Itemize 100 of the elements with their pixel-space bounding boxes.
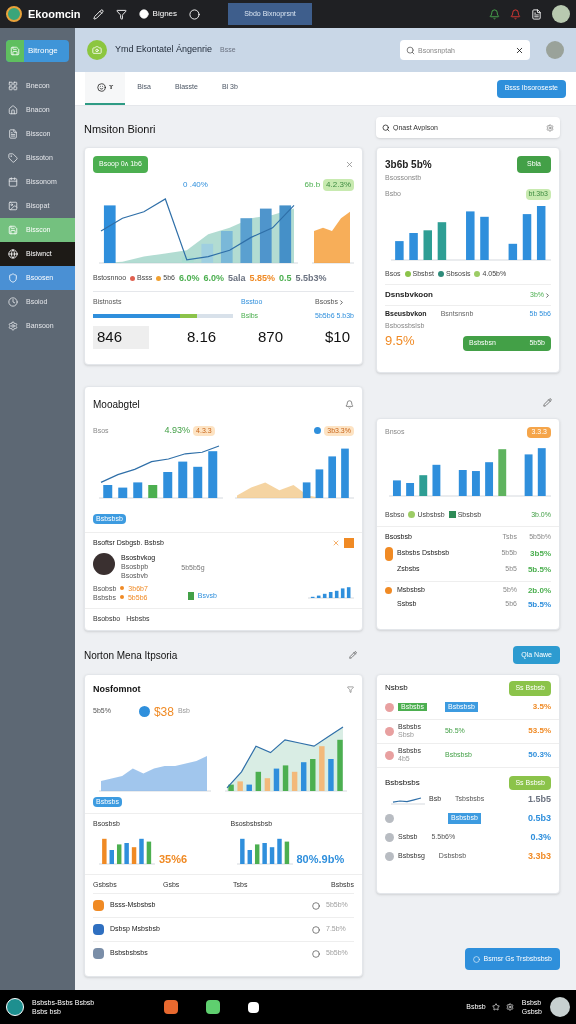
legend-square [187,591,194,600]
trend-line [392,796,422,803]
bar [310,758,316,791]
avatar[interactable] [550,997,570,1017]
tag-icon [8,153,18,163]
home-icon [8,105,18,115]
bar [282,764,289,791]
bar [522,213,532,260]
settings-icon [8,321,18,331]
stat-value: 8.16 [185,327,218,347]
bar [247,849,252,864]
bar [237,780,243,791]
bar [315,468,324,498]
bell-icon[interactable] [345,400,354,409]
bar [139,838,144,864]
bar [466,210,475,260]
status-icon [312,901,320,910]
axis-line [311,262,354,263]
document-icon [8,129,18,139]
headline-value: $38 [153,703,174,721]
axis-line [390,803,425,804]
bar [264,777,271,791]
circle-icon [472,955,480,963]
stat-value: $10 [323,327,351,347]
row-icon [385,833,394,842]
bar [116,843,122,864]
bar [228,784,234,791]
link[interactable]: Bignes [152,8,178,20]
app-icon[interactable] [206,1000,221,1014]
search-icon [406,46,415,55]
legend-value: 6.0% [203,271,224,285]
bar [109,849,114,864]
bar [319,745,325,791]
bar [279,204,292,263]
bar [508,243,518,260]
row-value: 3.3b3 [528,849,551,863]
page-title: Ymd Ekontatel Ángenrie [115,43,213,57]
bar [246,784,252,791]
search-icon [382,124,390,132]
bar [118,487,128,498]
avatar[interactable] [552,5,570,23]
bar [103,484,113,498]
logo-icon [6,6,22,22]
annotation: 0 .40% [183,178,208,191]
bar [537,447,546,496]
area-fill [314,211,350,263]
smile-icon [97,83,106,92]
alert-icon[interactable] [510,8,521,20]
section-heading: Nmsiton Bionri [84,122,157,138]
globe-icon [8,249,18,259]
legend-value: 5ala [228,271,246,285]
circle-icon[interactable] [189,8,201,20]
card-title: Bsbsbsbs [385,776,420,789]
row-value: 0.5b3 [528,811,551,825]
bar [178,461,188,498]
row-icon [385,750,394,760]
bar [406,482,415,496]
legend-value: 5.85% [249,271,276,285]
calendar-icon [8,177,18,187]
notification-icon[interactable] [489,8,500,20]
chevron-icon[interactable] [338,298,346,306]
chart-value: 80%.9b% [296,852,345,867]
bar [261,842,267,864]
app-icon[interactable] [164,1000,179,1014]
bar [409,232,418,260]
bar [395,240,404,260]
chevron-icon[interactable] [544,291,551,299]
bar [269,846,274,864]
camera-icon [92,45,102,55]
document-icon[interactable] [531,8,542,20]
grid-icon [8,81,18,91]
sidebar-button[interactable]: Bitronge [6,40,69,62]
headline-value: 4.93% [164,424,191,437]
bar [240,217,253,263]
stat-value: 846 [93,326,149,349]
start-icon[interactable] [6,998,24,1016]
stat-value: 870 [257,327,285,347]
brand-name: Ekoomcin [28,6,81,22]
bar [102,838,107,864]
bar [524,453,533,496]
star-icon[interactable] [491,1003,500,1011]
tag-label: 6b.b [304,178,321,191]
row-icon [385,726,394,736]
legend-value: 6.0% [178,271,200,285]
bar [458,469,467,496]
bar [276,838,282,864]
edit-icon[interactable] [349,651,358,659]
tag: 4.2.3% [323,178,354,191]
card-title: 3b6b 5b% [385,157,432,172]
bar [255,771,262,791]
close-icon[interactable] [515,46,524,55]
bar [472,470,480,496]
row-icon [385,702,394,712]
percent-value: 9.5% [385,332,416,350]
card-title: Nosfomnot [93,683,141,696]
bar [437,221,447,260]
clock-icon [8,297,18,307]
pen-icon[interactable] [92,8,104,20]
row-icon [385,852,394,861]
app-icon[interactable] [248,1001,260,1013]
